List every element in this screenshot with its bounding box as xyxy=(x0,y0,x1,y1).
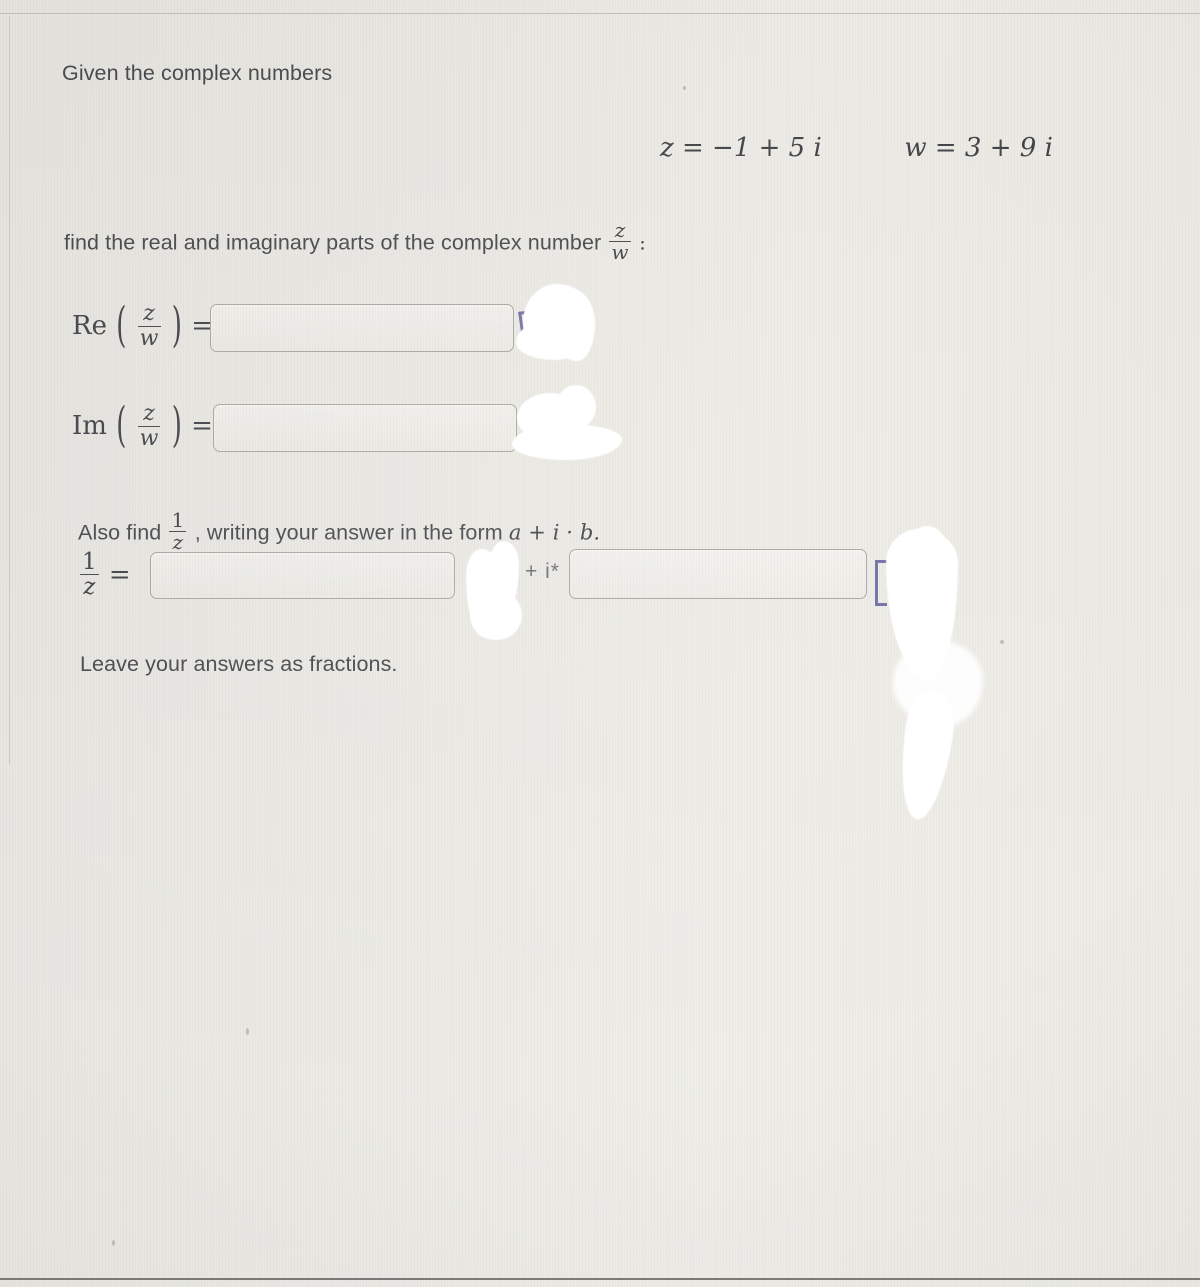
w-symbol: w xyxy=(904,133,927,163)
re-fraction-denominator: w xyxy=(137,325,161,351)
also-find-text: Also find 1 z , writing your answer in t… xyxy=(78,509,601,553)
fraction-denominator: w xyxy=(609,240,631,265)
also-fraction-numerator: 1 xyxy=(171,508,185,532)
instruction-sentence: find the real and imaginary parts of the… xyxy=(64,230,602,255)
imaginary-part-label: Im ( z w ) = xyxy=(72,398,213,454)
re-operator: Re xyxy=(72,311,107,341)
instruction-text: find the real and imaginary parts of the… xyxy=(64,219,646,263)
real-part-label: Re ( z w ) = xyxy=(72,298,213,354)
z-value: −1 + 5 i xyxy=(712,133,822,163)
reciprocal-label: 1 z = xyxy=(78,549,131,601)
also-fraction-denominator: z xyxy=(169,531,187,553)
photographed-screen-page: Given the complex numbers z = −1 + 5 i w… xyxy=(0,0,1200,1287)
real-part-input[interactable] xyxy=(210,304,514,352)
open-paren-icon: ( xyxy=(116,298,127,354)
w-value: 3 + 9 i xyxy=(964,133,1053,163)
open-paren-icon: ( xyxy=(116,398,127,454)
also-find-prefix: Also find xyxy=(78,520,162,545)
text-caret-artifact-lower xyxy=(875,560,887,606)
one-over-z-inline-fraction: 1 z xyxy=(167,509,194,553)
close-paren-icon: ) xyxy=(171,398,182,454)
imaginary-part-input[interactable] xyxy=(213,404,517,452)
im-fraction-denominator: w xyxy=(137,425,161,451)
plus-i-separator: + i* xyxy=(525,560,560,583)
z-symbol: z xyxy=(660,133,674,163)
recip-equals-sign: = xyxy=(108,560,131,590)
also-find-suffix: , writing your answer in the form xyxy=(194,520,503,545)
left-edge-rule xyxy=(9,16,10,764)
close-paren-icon: ) xyxy=(171,298,182,354)
im-fraction-numerator: z xyxy=(143,401,155,427)
instruction-colon: : xyxy=(639,230,646,255)
reciprocal-real-input[interactable] xyxy=(150,552,455,599)
z-equals-sign: = xyxy=(681,133,704,163)
recip-fraction-denominator: z xyxy=(80,574,99,599)
exercise-content: Given the complex numbers z = −1 + 5 i w… xyxy=(0,0,1200,1287)
closing-instruction-text: Leave your answers as fractions. xyxy=(80,652,398,676)
given-values-equation: z = −1 + 5 i w = 3 + 9 i xyxy=(660,133,1053,163)
text-caret-artifact-upper xyxy=(518,310,534,340)
answer-form-expression: a + i · b. xyxy=(508,520,601,545)
im-operator: Im xyxy=(72,411,107,441)
re-fraction-numerator: z xyxy=(143,301,155,327)
im-equals-sign: = xyxy=(191,411,213,441)
recip-fraction-numerator: 1 xyxy=(82,548,97,575)
w-equals-sign: = xyxy=(934,133,957,163)
intro-text: Given the complex numbers xyxy=(62,61,333,85)
z-over-w-inline-fraction: z w xyxy=(607,219,639,263)
fraction-numerator: z xyxy=(614,218,626,242)
top-edge-rule xyxy=(0,13,1200,14)
reciprocal-imaginary-input[interactable] xyxy=(569,549,867,599)
bottom-edge-rule xyxy=(0,1278,1200,1280)
